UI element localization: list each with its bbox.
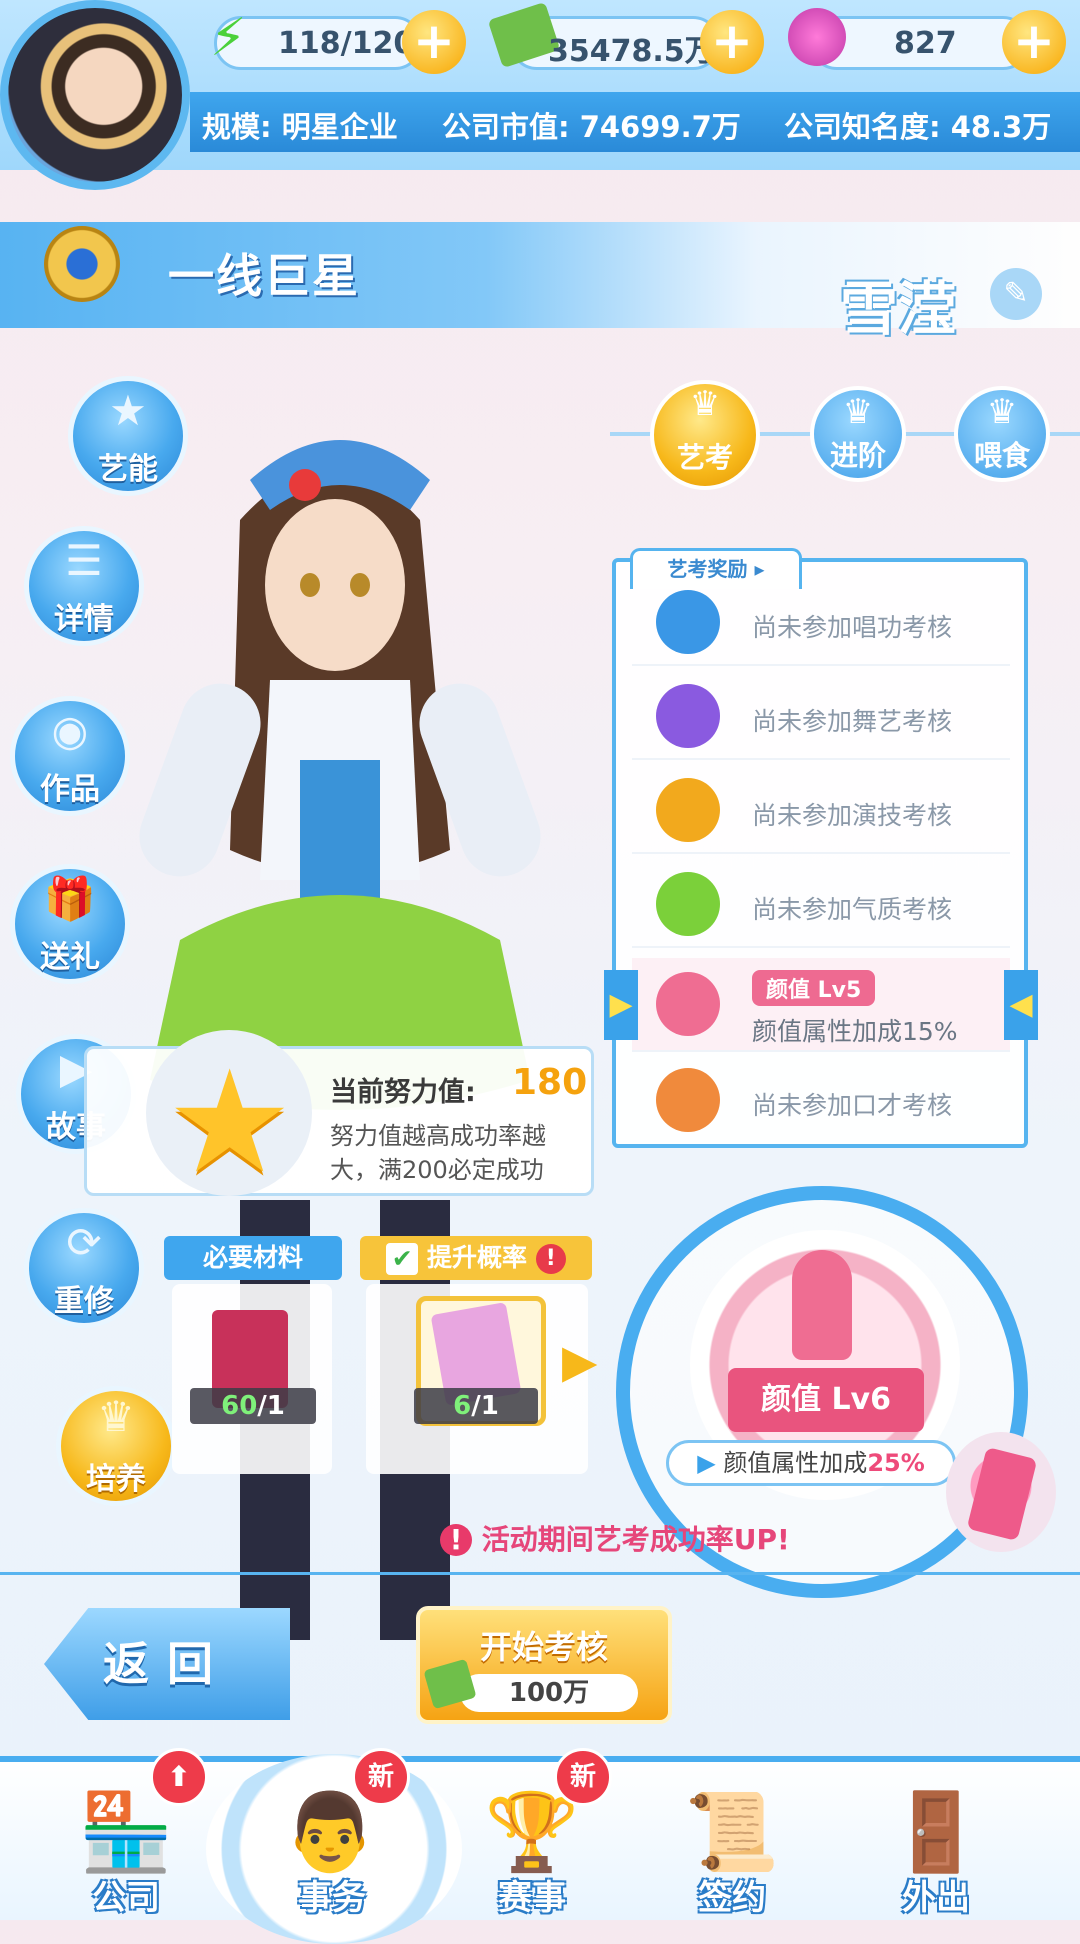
- checkbox-icon[interactable]: ✔: [386, 1243, 419, 1275]
- company-fame: 公司知名度: 48.3万: [784, 110, 1052, 144]
- add-stamina-button[interactable]: +: [402, 10, 466, 74]
- nav-competition[interactable]: 赛事: [462, 1870, 602, 1919]
- flask-icon: [656, 872, 720, 936]
- add-gems-button[interactable]: +: [1002, 10, 1066, 74]
- stamina-icon: ⚡: [210, 8, 247, 68]
- add-cash-button[interactable]: +: [700, 10, 764, 74]
- upgrade-arrow-icon: ⬆: [150, 1748, 208, 1806]
- dance-icon: [656, 684, 720, 748]
- bonus-value: 25%: [867, 1449, 925, 1477]
- emblem-bonus: ▶ 颜值属性加成25%: [666, 1440, 956, 1486]
- reward-row-text: 尚未参加演技考核: [752, 801, 953, 830]
- reward-row-text: 颜值属性加成15%: [752, 1017, 958, 1046]
- microphone-icon: [656, 590, 720, 654]
- reward-row: 尚未参加口才考核: [632, 1058, 1010, 1142]
- tab-feed-label: 喂食: [973, 439, 1030, 472]
- reward-row: 尚未参加唱功考核: [632, 580, 1010, 666]
- alert-icon: !: [440, 1524, 472, 1556]
- star-rank: 一线巨星: [168, 249, 360, 303]
- company-scale: 规模: 明星企业: [202, 110, 398, 144]
- required-material-count: 60/1: [190, 1388, 316, 1424]
- exam-reward-title-text: 艺考奖励: [667, 557, 748, 581]
- required-count-need: /1: [257, 1391, 285, 1421]
- crown-icon: ♛: [842, 392, 874, 432]
- boost-count-need: /1: [471, 1391, 499, 1421]
- reward-row-active: 颜值 Lv5 颜值属性加成15%: [632, 958, 1010, 1052]
- reward-row: 尚未参加舞艺考核: [632, 674, 1010, 760]
- effort-label: 当前努力值:: [330, 1077, 476, 1108]
- reward-row-text: 尚未参加唱功考核: [752, 613, 953, 642]
- nav-affairs[interactable]: 事务: [262, 1870, 402, 1919]
- boost-count-have: 6: [453, 1391, 472, 1421]
- reward-row-text: 尚未参加气质考核: [752, 895, 953, 924]
- tab-advance-label: 进阶: [829, 439, 886, 472]
- crown-icon: ♛: [97, 1392, 135, 1441]
- boost-rate-text: 提升概率: [426, 1243, 527, 1272]
- arrow-left-icon[interactable]: ▶: [604, 970, 638, 1040]
- gem-icon: [788, 8, 846, 66]
- refresh-star-icon: ⟳: [66, 1218, 102, 1267]
- cash-value: 35478.5万: [548, 34, 715, 69]
- required-materials-label: 必要材料: [164, 1236, 342, 1280]
- star-badge-icon: ★: [109, 386, 147, 435]
- arrow-right-icon[interactable]: ◀: [1004, 970, 1038, 1040]
- reward-level-badge: 颜值 Lv5: [752, 970, 876, 1006]
- crown-icon: ♛: [689, 384, 721, 424]
- nav-company[interactable]: 公司: [56, 1870, 196, 1919]
- player-avatar[interactable]: [0, 0, 190, 190]
- reward-row: 尚未参加演技考核: [632, 768, 1010, 854]
- next-arrow-icon[interactable]: ▶: [562, 1334, 597, 1388]
- contract-icon: 📜: [684, 1787, 780, 1876]
- nav-outing[interactable]: 外出: [866, 1870, 1006, 1919]
- bird-icon: [656, 1068, 720, 1132]
- boost-material-count: 6/1: [414, 1388, 538, 1424]
- reward-row: 尚未参加气质考核: [632, 862, 1010, 948]
- gift-label: 送礼: [40, 940, 100, 975]
- emblem-level: 颜值 Lv6: [728, 1368, 924, 1432]
- rank-badge-icon: [44, 226, 120, 302]
- boost-rate-label[interactable]: ✔ 提升概率 !: [360, 1236, 592, 1280]
- reward-row-text: 尚未参加口才考核: [752, 1091, 953, 1120]
- star-name: 雪滢: [840, 275, 957, 343]
- start-exam-button[interactable]: 开始考核 100万: [416, 1606, 672, 1724]
- reward-row-text: 尚未参加舞艺考核: [752, 707, 953, 736]
- alert-icon: !: [535, 1244, 566, 1274]
- lipstick-icon: [656, 972, 720, 1036]
- tab-exam-label: 艺考: [676, 441, 733, 474]
- new-badge: 新: [352, 1748, 410, 1806]
- door-icon: 🚪: [888, 1787, 984, 1876]
- cultivate-label: 培养: [86, 1462, 146, 1497]
- gems-value: 827: [894, 26, 957, 61]
- lipstick-icon: [792, 1250, 852, 1360]
- effort-desc-line1: 努力值越高成功率越: [330, 1122, 546, 1150]
- event-notice-text: 活动期间艺考成功率UP!: [481, 1523, 790, 1556]
- company-market-value: 公司市值: 74699.7万: [442, 110, 741, 144]
- back-button[interactable]: 返回: [44, 1608, 290, 1720]
- crown-icon: ♛: [986, 392, 1018, 432]
- details-label: 详情: [54, 602, 114, 637]
- required-count-have: 60: [221, 1391, 258, 1421]
- effort-value: 180: [512, 1062, 588, 1103]
- bonus-arrow-icon: ▶: [697, 1449, 724, 1477]
- effort-desc-line2: 大，满200必定成功: [330, 1156, 544, 1184]
- new-badge: 新: [554, 1748, 612, 1806]
- star-icon: ★: [166, 1040, 294, 1205]
- skills-label: 艺能: [98, 452, 158, 487]
- clapperboard-icon: [656, 778, 720, 842]
- disc-icon: ◉: [51, 706, 89, 755]
- event-notice: ! 活动期间艺考成功率UP!: [440, 1518, 790, 1558]
- stamina-value: 118/120: [278, 26, 415, 61]
- retrain-label: 重修: [54, 1284, 114, 1319]
- works-label: 作品: [40, 772, 100, 807]
- list-icon: ☰: [65, 536, 103, 585]
- bonus-prefix: 颜值属性加成: [723, 1449, 868, 1477]
- gift-icon: 🎁: [43, 874, 97, 923]
- exam-cost: 100万: [460, 1674, 638, 1712]
- edit-name-icon[interactable]: ✎: [990, 268, 1042, 320]
- nav-sign[interactable]: 签约: [662, 1870, 802, 1919]
- divider: [0, 1572, 1080, 1575]
